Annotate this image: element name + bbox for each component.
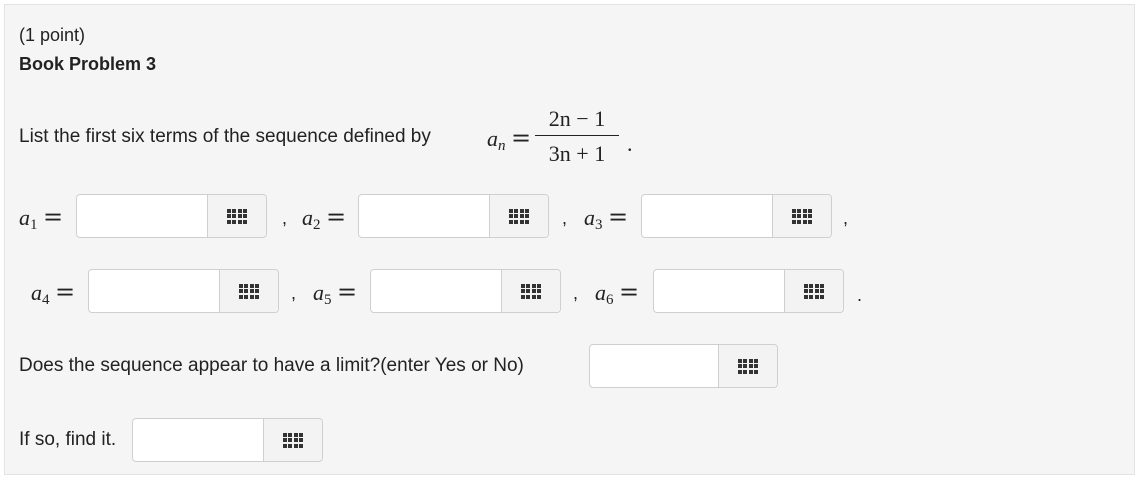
answer-a6	[653, 269, 844, 313]
formula-lhs-var: a	[487, 126, 498, 151]
formula-numerator: 2n − 1	[548, 106, 606, 131]
equation-editor-button[interactable]	[784, 270, 843, 312]
formula-denominator: 3n + 1	[548, 141, 606, 166]
grid-icon	[803, 283, 825, 299]
answer-a6-input[interactable]	[654, 270, 784, 312]
term-label-a1: a1 =	[19, 203, 63, 234]
formula-lhs-sub: n	[498, 138, 506, 154]
term-var: a	[302, 205, 313, 230]
term-sub: 6	[606, 292, 614, 308]
term-label-a5: a5 =	[313, 278, 357, 309]
term-separator: ,	[562, 208, 568, 228]
term-sub: 2	[313, 217, 321, 233]
term-equals: =	[326, 203, 347, 231]
formula-fraction: 2n − 1 3n + 1	[535, 105, 619, 168]
term-equals: =	[619, 278, 640, 306]
term-equals: =	[55, 278, 76, 306]
term-sub: 3	[595, 217, 603, 233]
term-label-a6: a6 =	[595, 278, 639, 309]
intro-text: List the first six terms of the sequence…	[19, 126, 431, 147]
answer-limit-exists	[589, 344, 778, 388]
problem-panel: (1 point) Book Problem 3 List the first …	[4, 4, 1135, 475]
term-sub: 4	[42, 292, 50, 308]
grid-icon	[520, 283, 542, 299]
equation-editor-button[interactable]	[219, 270, 278, 312]
term-label-a2: a2 =	[302, 203, 346, 234]
term-var: a	[584, 205, 595, 230]
answer-a2	[358, 194, 549, 238]
term-sub: 5	[324, 292, 332, 308]
term-equals: =	[43, 203, 64, 231]
term-separator: ,	[573, 283, 579, 303]
answer-a5-input[interactable]	[371, 270, 501, 312]
grid-icon	[791, 208, 813, 224]
term-var: a	[313, 280, 324, 305]
answer-a3-input[interactable]	[642, 195, 772, 237]
term-label-a3: a3 =	[584, 203, 628, 234]
limit-exists-input[interactable]	[590, 345, 718, 387]
term-label-a4: a4 =	[31, 278, 75, 309]
equation-editor-button[interactable]	[718, 345, 777, 387]
limit-value-label: If so, find it.	[19, 429, 117, 450]
term-equals: =	[337, 278, 358, 306]
term-var: a	[31, 280, 42, 305]
answer-a4	[88, 269, 279, 313]
term-separator: ,	[291, 283, 297, 303]
answer-a1	[76, 194, 267, 238]
term-separator: ,	[843, 208, 849, 228]
term-var: a	[595, 280, 606, 305]
grid-icon	[508, 208, 530, 224]
limit-question-label: Does the sequence appear to have a limit…	[19, 355, 524, 376]
points-label: (1 point)	[19, 25, 86, 45]
equation-editor-button[interactable]	[207, 195, 266, 237]
formula-end-period: .	[627, 131, 633, 156]
equation-editor-button[interactable]	[772, 195, 831, 237]
answer-limit-value	[132, 418, 323, 462]
fraction-bar	[535, 135, 619, 136]
formula-equals: =	[511, 124, 532, 152]
term-sub: 1	[30, 217, 38, 233]
term-end-period: .	[857, 285, 863, 305]
answer-a5	[370, 269, 561, 313]
term-separator: ,	[282, 208, 288, 228]
answer-a3	[641, 194, 832, 238]
grid-icon	[282, 432, 304, 448]
formula-lhs: an =	[487, 124, 531, 155]
grid-icon	[226, 208, 248, 224]
answer-a1-input[interactable]	[77, 195, 207, 237]
answer-a4-input[interactable]	[89, 270, 219, 312]
problem-title: Book Problem 3	[19, 54, 157, 74]
equation-editor-button[interactable]	[501, 270, 560, 312]
answer-a2-input[interactable]	[359, 195, 489, 237]
grid-icon	[238, 283, 260, 299]
equation-editor-button[interactable]	[263, 419, 322, 461]
term-equals: =	[608, 203, 629, 231]
limit-value-input[interactable]	[133, 419, 263, 461]
equation-editor-button[interactable]	[489, 195, 548, 237]
grid-icon	[737, 358, 759, 374]
term-var: a	[19, 205, 30, 230]
